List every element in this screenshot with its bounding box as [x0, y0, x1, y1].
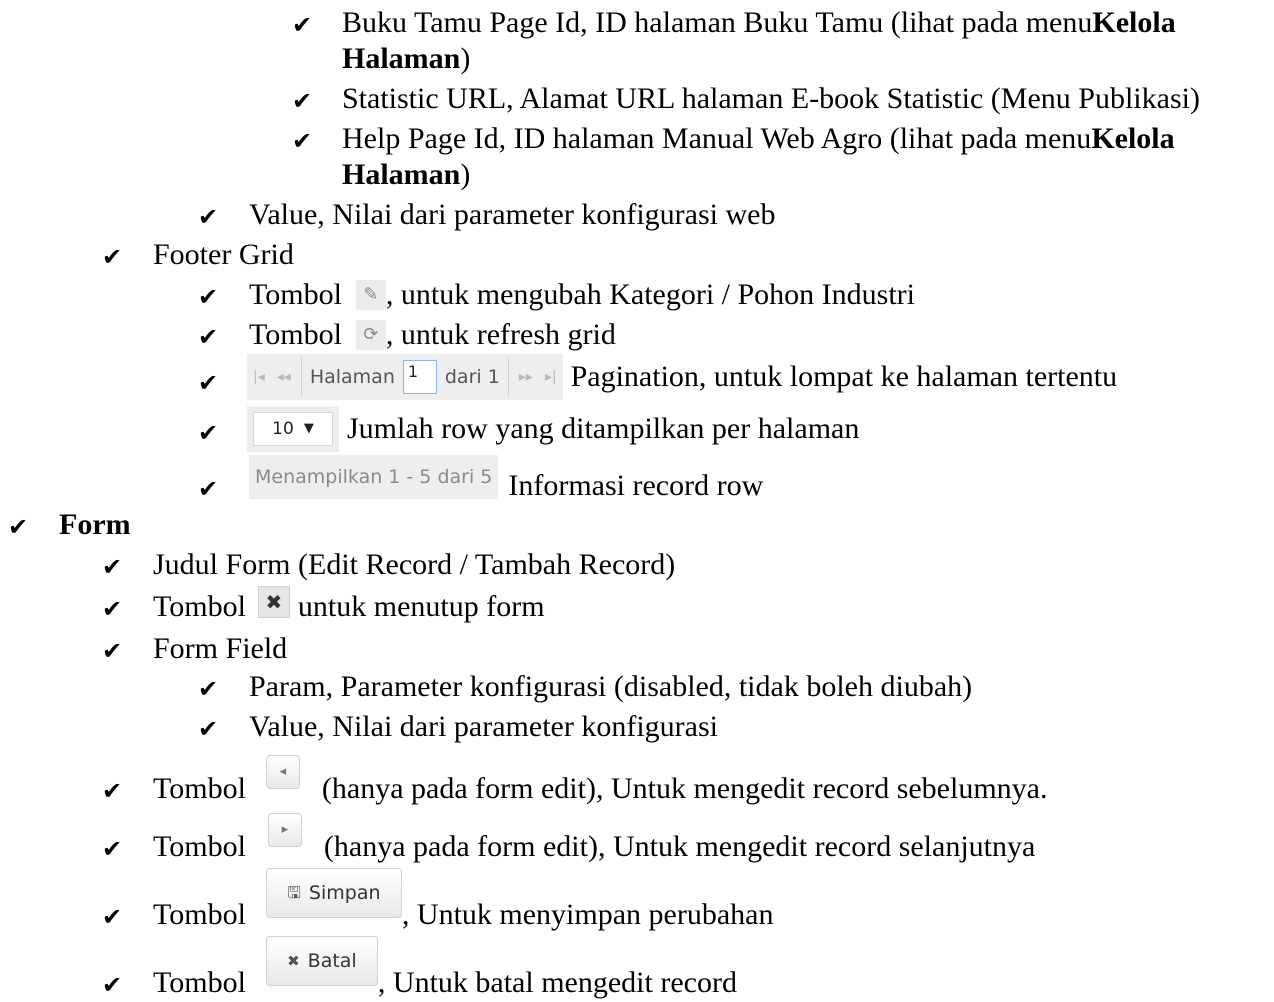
check-icon: ✔: [198, 283, 219, 311]
check-icon: ✔: [198, 715, 219, 743]
list-item: Param, Parameter konfigurasi (disabled, …: [249, 670, 973, 703]
close-icon[interactable]: ✖: [257, 586, 290, 618]
list-item: Tombol 🖫 Simpan , Untuk menyimpan perubah…: [153, 868, 773, 932]
save-icon: 🖫: [287, 883, 301, 902]
list-item: Buku Tamu Page Id, ID halaman Buku Tamu …: [342, 6, 1176, 39]
check-icon: ✔: [198, 369, 219, 397]
cancel-button[interactable]: ✖ Batal: [265, 936, 378, 986]
list-item: Tombol ✖ Batal , Untuk batal mengedit rec…: [153, 936, 737, 1000]
list-item: Tombol ◂ (hanya pada form edit), Untuk m…: [153, 755, 1048, 806]
list-item: Form Field: [153, 632, 288, 665]
list-item: Value, Nilai dari parameter konfigurasi …: [249, 198, 776, 231]
chevron-right-icon: ▸: [281, 822, 289, 837]
divider: [300, 357, 302, 397]
save-button[interactable]: 🖫 Simpan: [265, 868, 402, 918]
list-item: Judul Form (Edit Record / Tambah Record): [153, 548, 676, 581]
check-icon: ✔: [102, 835, 123, 863]
next-record-button[interactable]: ▸: [267, 813, 302, 847]
check-icon: ✔: [198, 203, 219, 231]
close-icon: ✖: [287, 952, 300, 970]
cancel-label: Batal: [307, 950, 357, 972]
check-icon: ✔: [102, 637, 123, 665]
check-icon: ✔: [292, 127, 313, 155]
page-number-input[interactable]: 1: [402, 360, 437, 394]
list-item: Footer Grid: [153, 238, 294, 271]
list-item: Menampilkan 1 - 5 dari 5 Informasi recor…: [249, 455, 763, 502]
check-icon: ✔: [198, 323, 219, 351]
list-item: Tombol ✖ untuk menutup form: [153, 586, 545, 624]
list-item: Tombol ▸ (hanya pada form edit), Untuk m…: [153, 813, 1035, 864]
check-icon: ✔: [102, 595, 123, 623]
list-item: 10 ▼ Jumlah row yang ditampilkan per hala…: [247, 406, 859, 452]
pagination-bar: |◂ ◂◂ Halaman 1 dari 1 ▸▸ ▸|: [247, 354, 563, 400]
list-item: |◂ ◂◂ Halaman 1 dari 1 ▸▸ ▸| Pagination,…: [247, 354, 1117, 400]
check-icon: ✔: [292, 87, 313, 115]
first-page-button[interactable]: |◂: [247, 360, 271, 394]
bold-text: Kelola: [1091, 122, 1175, 155]
list-item-continuation: Halaman): [342, 158, 471, 191]
divider: [507, 357, 509, 397]
check-icon: ✔: [198, 419, 219, 447]
list-item: Statistic URL, Alamat URL halaman E-book…: [342, 82, 1200, 115]
list-item: Value, Nilai dari parameter konfigurasi: [249, 710, 718, 743]
bold-text: Kelola: [1092, 6, 1176, 39]
prev-page-button[interactable]: ◂◂: [271, 360, 297, 394]
refresh-icon[interactable]: ⟳: [355, 320, 386, 350]
prev-record-button[interactable]: ◂: [265, 755, 300, 789]
chevron-left-icon: ◂: [279, 764, 287, 779]
check-icon: ✔: [102, 971, 123, 999]
check-icon: ✔: [198, 675, 219, 703]
check-icon: ✔: [102, 553, 123, 581]
list-item: Help Page Id, ID halaman Manual Web Agro…: [342, 122, 1175, 155]
page-label: Halaman: [309, 366, 395, 388]
check-icon: ✔: [102, 903, 123, 931]
bold-text: Halaman: [342, 158, 461, 191]
check-icon: ✔: [198, 475, 219, 503]
check-icon: ✔: [292, 11, 313, 39]
rows-per-page-select[interactable]: 10 ▼: [247, 406, 339, 452]
section-heading: Form: [59, 508, 131, 541]
list-item: Tombol ⟳ , untuk refresh grid: [249, 318, 616, 351]
save-label: Simpan: [308, 882, 381, 904]
edit-icon[interactable]: ✎: [355, 280, 386, 310]
check-icon: ✔: [8, 513, 29, 541]
list-item-continuation: Halaman): [342, 42, 471, 75]
check-icon: ✔: [102, 777, 123, 805]
last-page-button[interactable]: ▸|: [539, 360, 563, 394]
next-page-button[interactable]: ▸▸: [513, 360, 539, 394]
page-total-label: dari 1: [444, 366, 500, 388]
bold-text: Halaman: [342, 42, 461, 75]
check-icon: ✔: [102, 243, 123, 271]
chevron-down-icon: ▼: [303, 421, 314, 436]
rows-per-page-value: 10: [272, 419, 294, 439]
record-info-label: Menampilkan 1 - 5 dari 5: [249, 455, 499, 499]
list-item: Tombol ✎ , untuk mengubah Kategori / Poh…: [249, 278, 916, 311]
